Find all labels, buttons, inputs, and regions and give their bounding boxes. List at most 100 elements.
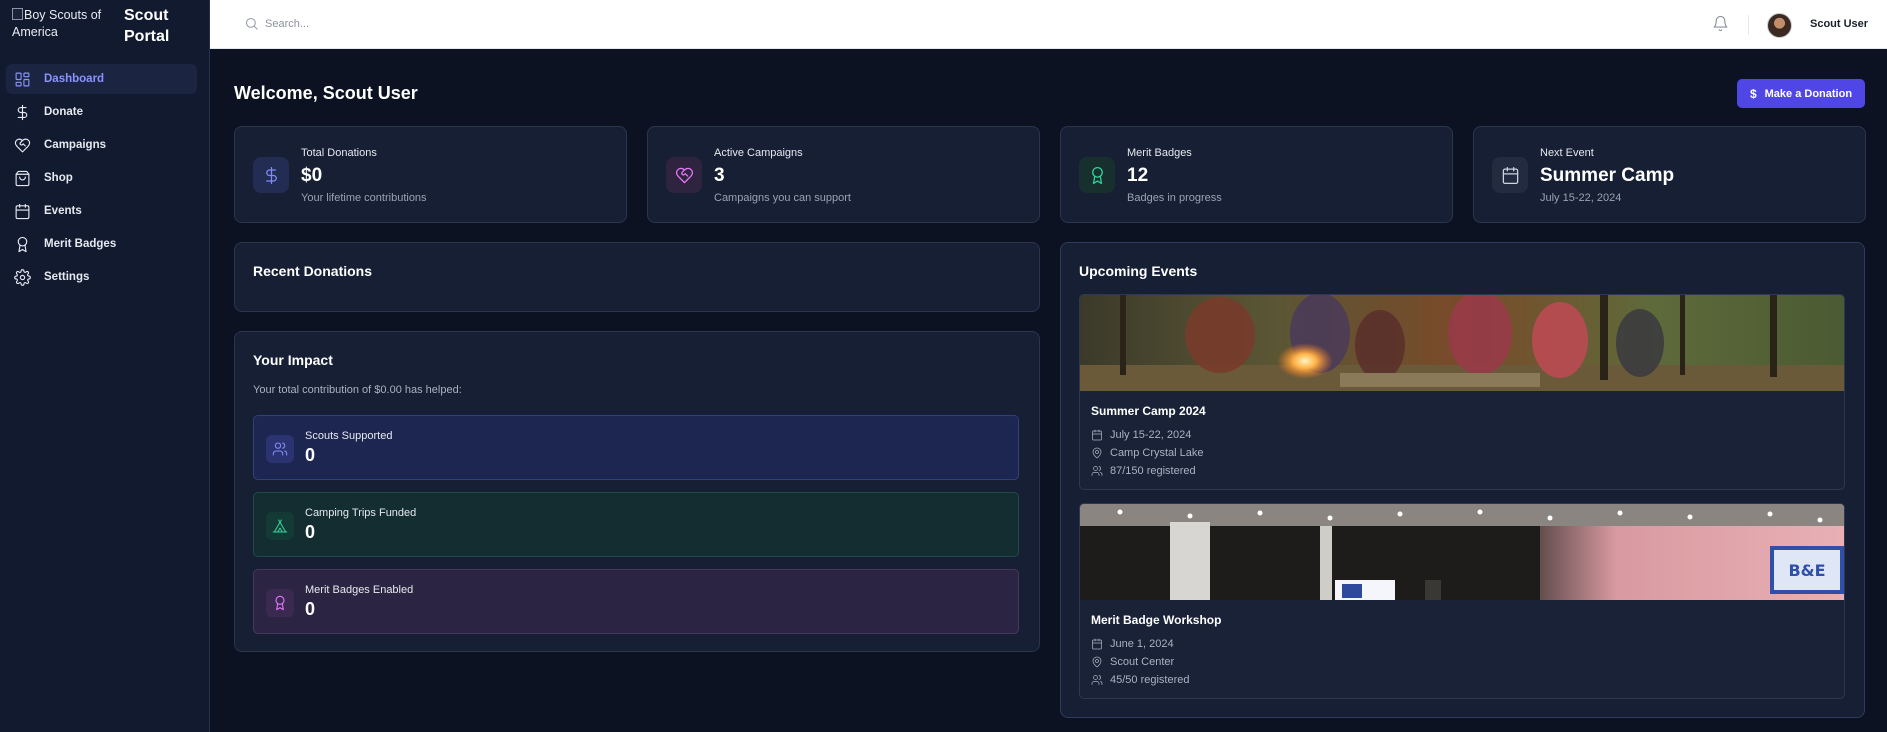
sidebar-item-label: Campaigns: [44, 139, 106, 151]
users-icon: [1091, 466, 1103, 476]
sidebar-item-merit-badges[interactable]: Merit Badges: [6, 229, 197, 259]
event-registered: 87/150 registered: [1091, 465, 1196, 477]
recent-donations-title: Recent Donations: [253, 263, 373, 279]
svg-text:B&E: B&E: [1788, 561, 1825, 580]
topbar: Scout User: [210, 0, 1887, 49]
users-icon: [1091, 675, 1103, 685]
sidebar-item-dashboard[interactable]: Dashboard: [6, 64, 197, 94]
stat-value: Summer Camp: [1540, 165, 1675, 186]
event-date: July 15-22, 2024: [1091, 429, 1191, 441]
upcoming-events-title: Upcoming Events: [1079, 263, 1198, 279]
calendar-icon: [1492, 157, 1528, 193]
make-donation-button[interactable]: $ Make a Donation: [1737, 79, 1865, 108]
stat-card-active-campaigns: Active Campaigns 3 Campaigns you can sup…: [647, 126, 1040, 223]
dollar-icon: [253, 157, 289, 193]
event-location-text: Scout Center: [1110, 656, 1175, 668]
event-name: Summer Camp 2024: [1091, 404, 1206, 418]
calendar-icon: [1092, 429, 1102, 441]
dollar-icon: [13, 103, 31, 121]
impact-value: 0: [305, 522, 316, 542]
stat-label: Next Event: [1540, 147, 1594, 159]
main-content: Welcome, Scout User $ Make a Donation To…: [210, 49, 1887, 732]
username[interactable]: Scout User: [1810, 18, 1868, 30]
stat-card-merit-badges: Merit Badges 12 Badges in progress: [1060, 126, 1453, 223]
search-bar: [244, 16, 565, 31]
make-donation-label: Make a Donation: [1764, 87, 1853, 100]
gear-icon: [13, 268, 31, 286]
stat-subtitle: Campaigns you can support: [714, 192, 851, 204]
event-location-text: Camp Crystal Lake: [1110, 447, 1204, 459]
upcoming-events-card: Upcoming Events Summer Camp 2024 July 15…: [1060, 242, 1865, 718]
notifications-button[interactable]: [1712, 15, 1729, 37]
event-registered-text: 45/50 registered: [1110, 674, 1190, 686]
map-pin-icon: [1092, 447, 1102, 459]
avatar[interactable]: [1767, 13, 1792, 38]
calendar-icon: [1092, 638, 1102, 650]
impact-title: Your Impact: [253, 352, 333, 368]
sidebar-item-donate[interactable]: Donate: [6, 97, 197, 127]
page-title: Welcome, Scout User: [234, 83, 418, 103]
shopping-bag-icon: [13, 169, 31, 187]
event-card-summer-camp[interactable]: Summer Camp 2024 July 15-22, 2024 Camp C…: [1079, 294, 1845, 490]
event-registered-text: 87/150 registered: [1110, 465, 1196, 477]
heart-handshake-icon: [13, 136, 31, 154]
brand-title: Scout Portal: [124, 5, 169, 47]
search-icon: [245, 17, 258, 30]
sidebar-nav: Dashboard Donate Campaigns Shop Events M…: [6, 64, 197, 295]
stat-label: Merit Badges: [1127, 147, 1192, 159]
sidebar-item-label: Settings: [44, 271, 90, 283]
impact-row-camping-trips: Camping Trips Funded 0: [253, 492, 1019, 557]
sidebar-item-label: Merit Badges: [44, 238, 117, 250]
event-location: Camp Crystal Lake: [1091, 447, 1204, 459]
stat-subtitle: Your lifetime contributions: [301, 192, 427, 204]
stat-subtitle: July 15-22, 2024: [1540, 192, 1622, 204]
stat-value: 3: [714, 165, 725, 186]
brand-title-line1: Scout: [124, 7, 169, 24]
sidebar-item-label: Events: [44, 205, 82, 217]
users-icon: [266, 435, 294, 463]
impact-row-merit-badges: Merit Badges Enabled 0: [253, 569, 1019, 634]
event-registered: 45/50 registered: [1091, 674, 1190, 686]
sidebar-item-label: Dashboard: [44, 73, 105, 85]
tent-icon: [266, 512, 294, 540]
impact-label: Merit Badges Enabled: [305, 584, 414, 596]
impact-row-scouts-supported: Scouts Supported 0: [253, 415, 1019, 480]
calendar-icon: [13, 202, 31, 220]
impact-value: 0: [305, 445, 316, 465]
broken-image-icon: [12, 8, 23, 20]
bell-icon: [1713, 15, 1728, 32]
sidebar-item-label: Donate: [44, 106, 83, 118]
event-card-merit-badge-workshop[interactable]: B&E Merit Badge Workshop June 1, 2024 Sc…: [1079, 503, 1845, 699]
search-input[interactable]: [265, 17, 565, 30]
event-date-text: July 15-22, 2024: [1110, 429, 1192, 441]
recent-donations-card: Recent Donations: [234, 242, 1040, 312]
brand-logo[interactable]: Boy Scouts of America: [12, 7, 120, 41]
brand-logo-alt-text: Boy Scouts of America: [12, 8, 102, 39]
stat-value: $0: [301, 165, 323, 186]
brand-title-line2: Portal: [124, 28, 170, 45]
dollar-icon: $: [1749, 86, 1757, 101]
sidebar-item-shop[interactable]: Shop: [6, 163, 197, 193]
event-date-text: June 1, 2024: [1110, 638, 1174, 650]
stat-label: Total Donations: [301, 147, 377, 159]
map-pin-icon: [1092, 656, 1102, 668]
event-photo-campfire: [1080, 295, 1844, 391]
impact-label: Camping Trips Funded: [305, 507, 417, 519]
award-icon: [266, 589, 294, 617]
impact-value: 0: [305, 599, 316, 619]
sidebar-item-events[interactable]: Events: [6, 196, 197, 226]
stat-card-next-event: Next Event Summer Camp July 15-22, 2024: [1473, 126, 1866, 223]
brand: Boy Scouts of America Scout Portal: [0, 0, 209, 58]
award-icon: [1079, 157, 1115, 193]
stat-card-total-donations: Total Donations $0 Your lifetime contrib…: [234, 126, 627, 223]
event-photo-workshop: B&E: [1080, 504, 1844, 600]
stat-label: Active Campaigns: [714, 147, 803, 159]
event-date: June 1, 2024: [1091, 638, 1174, 650]
sidebar-item-campaigns[interactable]: Campaigns: [6, 130, 197, 160]
sidebar: Boy Scouts of America Scout Portal Dashb…: [0, 0, 210, 732]
stat-subtitle: Badges in progress: [1127, 192, 1222, 204]
heart-handshake-icon: [666, 157, 702, 193]
topbar-divider: [1748, 15, 1749, 35]
stat-value: 12: [1127, 165, 1149, 186]
sidebar-item-settings[interactable]: Settings: [6, 262, 197, 292]
